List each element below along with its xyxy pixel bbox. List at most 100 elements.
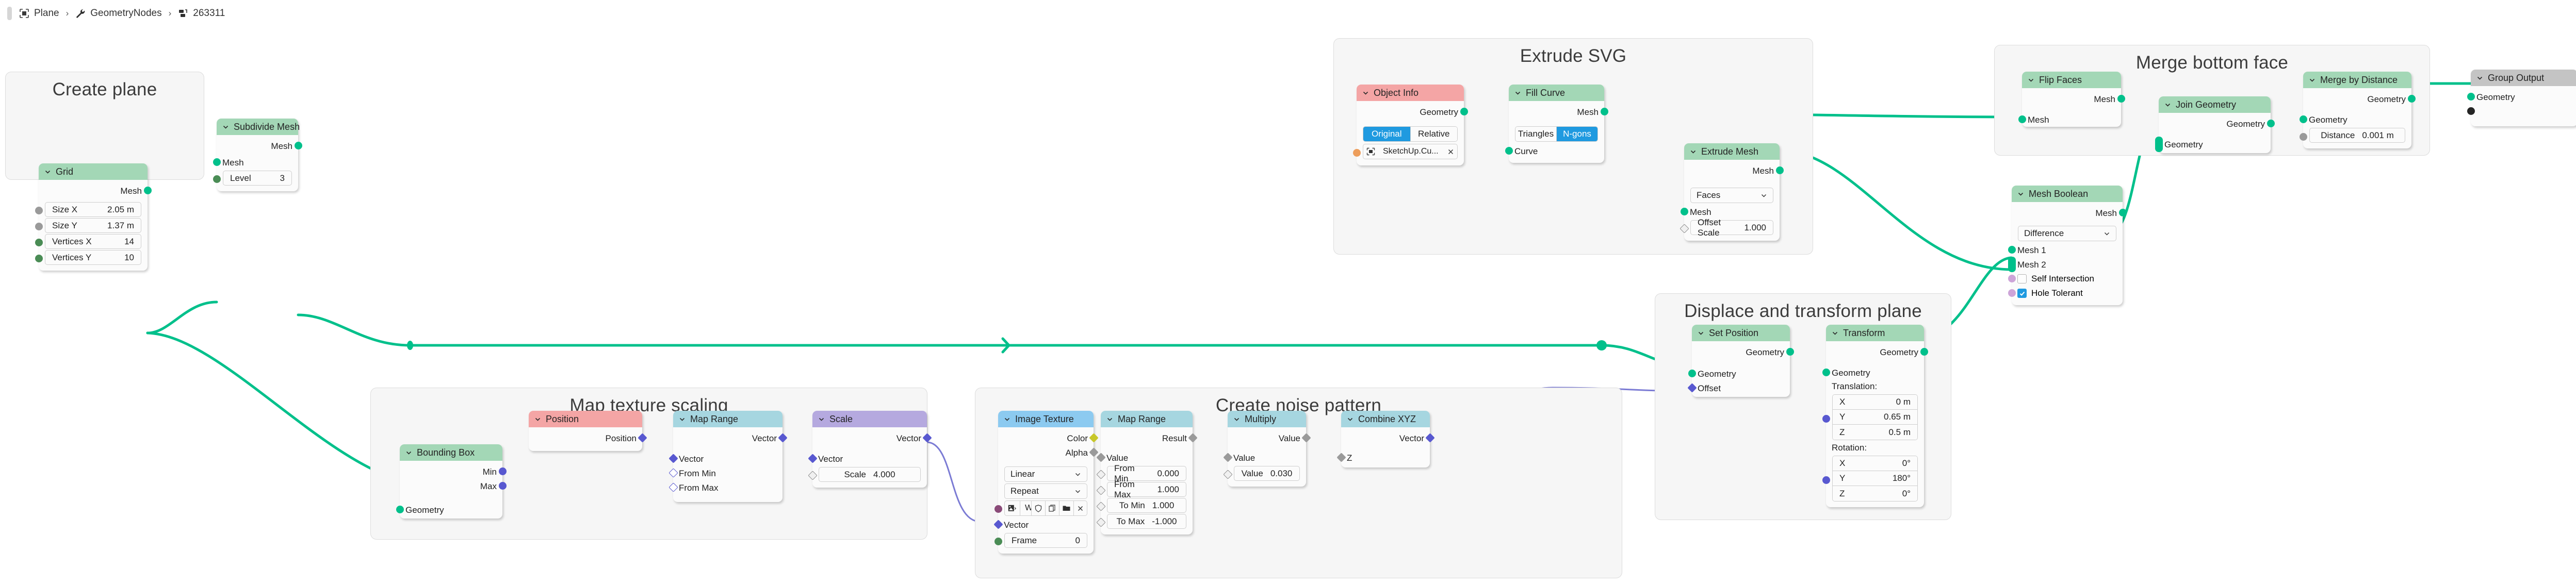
node-map-range-vector[interactable]: Map Range Vector Vector From Min From Ma… — [668, 411, 788, 502]
field-map-range-to-min[interactable]: To Min 1.000 — [1107, 498, 1186, 513]
node-header-combine-xyz[interactable]: Combine XYZ — [1341, 411, 1430, 427]
socket-row-em-mesh-out[interactable]: Mesh — [1684, 163, 1784, 178]
chevron-down-icon[interactable] — [1690, 148, 1697, 155]
socket-row-mrv-from-min[interactable]: From Min — [668, 466, 782, 480]
socket-mesh-boolean-mesh-2[interactable] — [2008, 257, 2016, 272]
checkbox-row-self-intersection[interactable]: Self Intersection — [2008, 272, 2123, 286]
node-header-grid[interactable]: Grid — [39, 163, 148, 180]
chevron-down-icon[interactable] — [1074, 488, 1081, 495]
node-grid[interactable]: Grid Mesh Size X 2.05 m Size Y 1.37 m Ve… — [35, 163, 152, 271]
socket-row-cxyz-z[interactable]: Z — [1336, 450, 1430, 465]
node-header-position[interactable]: Position — [529, 411, 642, 427]
socket-row-it-color[interactable]: Color — [998, 431, 1099, 445]
socket-row-scale-vector-out[interactable]: Vector — [812, 431, 932, 445]
toggle-option-triangles[interactable]: Triangles — [1515, 127, 1556, 141]
chevron-down-icon[interactable] — [2104, 230, 2110, 237]
socket-transform-geometry-input[interactable] — [1822, 369, 1830, 376]
socket-row-scale-vector-in[interactable]: Vector — [807, 452, 927, 466]
chevron-down-icon[interactable] — [534, 416, 541, 423]
node-header-bounding-box[interactable]: Bounding Box — [400, 444, 502, 461]
field-grid-vertices-y[interactable]: Vertices Y 10 — [45, 250, 141, 265]
field-group-transform-rotation[interactable]: X 0° Y 180° Z 0° — [1832, 456, 1918, 502]
chevron-down-icon[interactable] — [2309, 77, 2316, 83]
socket-row-grid-mesh-out[interactable]: Mesh — [39, 183, 152, 198]
socket-bbox-geometry-input[interactable] — [396, 506, 404, 513]
socket-mesh-boolean-self-intersection[interactable] — [2008, 275, 2016, 282]
checkbox-row-hole-tolerant[interactable]: Hole Tolerant — [2008, 286, 2123, 300]
field-rotation-z[interactable]: Z 0° — [1833, 486, 1917, 501]
open-folder-icon[interactable] — [1059, 501, 1073, 515]
socket-row-position-out[interactable]: Position — [529, 431, 647, 445]
node-header-mesh-boolean[interactable]: Mesh Boolean — [2012, 186, 2123, 202]
socket-grid-vertices-y[interactable] — [35, 255, 43, 262]
chevron-down-icon[interactable] — [222, 124, 229, 130]
socket-transform-translation[interactable] — [1822, 415, 1830, 423]
socket-scale-vector-output[interactable] — [922, 433, 932, 443]
node-header-join-geometry[interactable]: Join Geometry — [2159, 96, 2271, 113]
node-group-output[interactable]: Group Output Geometry — [2467, 70, 2576, 126]
node-header-merge-by-distance[interactable]: Merge by Distance — [2303, 72, 2411, 88]
socket-row-fc-curve[interactable]: Curve — [1505, 144, 1604, 158]
node-bounding-box[interactable]: Bounding Box Min Max Geometry — [396, 444, 507, 519]
node-header-extrude-mesh[interactable]: Extrude Mesh — [1684, 143, 1780, 160]
dropdown-mesh-boolean-operation[interactable]: Difference — [2018, 226, 2116, 241]
socket-row-mr-result[interactable]: Result — [1101, 431, 1198, 445]
image-browse-icon[interactable] — [1005, 501, 1020, 515]
socket-row-oi-geometry[interactable]: Geometry — [1357, 105, 1468, 119]
node-transform[interactable]: Transform Geometry Geometry Translation: — [1822, 325, 1928, 507]
socket-row-fc-mesh[interactable]: Mesh — [1509, 105, 1608, 119]
checkbox-self-intersection[interactable] — [2017, 274, 2027, 283]
node-map-range-value[interactable]: Map Range Result Value From Min 0.000 Fr… — [1096, 411, 1198, 534]
socket-row-sp-geometry-out[interactable]: Geometry — [1692, 345, 1794, 359]
socket-bbox-max-output[interactable] — [498, 482, 507, 490]
socket-row-multiply-in[interactable]: Value — [1222, 450, 1306, 465]
field-merge-by-distance-distance[interactable]: Distance 0.001 m — [2309, 128, 2405, 143]
toggle-object-info-transform-space[interactable]: Original Relative — [1363, 126, 1458, 142]
chevron-down-icon[interactable] — [1004, 416, 1010, 423]
chevron-down-icon[interactable] — [44, 169, 51, 175]
toggle-option-relative[interactable]: Relative — [1410, 127, 1457, 141]
chevron-down-icon[interactable] — [1832, 330, 1838, 337]
socket-mesh-boolean-mesh-output[interactable] — [2118, 209, 2127, 216]
chevron-down-icon[interactable] — [2028, 77, 2034, 83]
field-scale-value[interactable]: Scale 4.000 — [819, 467, 921, 482]
field-multiply-value[interactable]: Value 0.030 — [1234, 466, 1300, 481]
duplicate-icon[interactable] — [1045, 501, 1059, 515]
node-header-image-texture[interactable]: Image Texture — [998, 411, 1094, 427]
socket-row-cxyz-vector[interactable]: Vector — [1341, 431, 1435, 445]
breadcrumb-item-modifier[interactable]: GeometryNodes — [75, 8, 162, 19]
socket-merge-by-distance-distance[interactable] — [2299, 133, 2307, 141]
socket-row-sp-geometry-in[interactable]: Geometry — [1688, 366, 1790, 381]
socket-row-jg-geometry-in[interactable]: Geometry — [2155, 137, 2271, 152]
field-translation-z[interactable]: Z 0.5 m — [1833, 425, 1917, 440]
toggle-fill-curve-mode[interactable]: Triangles N-gons — [1515, 126, 1598, 142]
socket-row-mb-mesh2[interactable]: Mesh 2 — [2008, 257, 2123, 272]
node-multiply[interactable]: Multiply Value Value Value 0.030 — [1222, 411, 1311, 487]
socket-fill-curve-curve-input[interactable] — [1505, 147, 1513, 155]
field-rotation-y[interactable]: Y 180° — [1833, 471, 1917, 486]
node-header-subdivide-mesh[interactable]: Subdivide Mesh — [217, 119, 300, 135]
toggle-option-original[interactable]: Original — [1363, 127, 1410, 141]
chevron-down-icon[interactable] — [2476, 75, 2483, 81]
socket-row-ff-mesh-in[interactable]: Mesh — [2018, 112, 2121, 127]
socket-row-go-extend[interactable] — [2467, 104, 2576, 119]
field-grid-vertices-x[interactable]: Vertices X 14 — [45, 234, 141, 249]
field-map-range-to-max[interactable]: To Max -1.000 — [1107, 514, 1186, 529]
object-name[interactable]: SketchUp.Cu... — [1378, 144, 1444, 159]
socket-row-bbox-geometry[interactable]: Geometry — [396, 503, 502, 517]
chevron-down-icon[interactable] — [1698, 330, 1704, 337]
socket-row-subdivide-mesh-out[interactable]: Mesh — [217, 139, 302, 153]
socket-row-subdivide-mesh-in[interactable]: Mesh — [213, 155, 298, 170]
socket-image-texture-image[interactable] — [994, 505, 1002, 513]
dropdown-image-texture-extension[interactable]: Repeat — [1004, 483, 1087, 499]
socket-extrude-mesh-mesh-input[interactable] — [1680, 208, 1688, 215]
node-header-set-position[interactable]: Set Position — [1692, 325, 1790, 341]
field-extrude-offset-scale[interactable]: Offset Scale 1.000 — [1690, 218, 1773, 238]
breadcrumb-item-object[interactable]: Plane — [19, 8, 59, 19]
field-map-range-from-max[interactable]: From Max 1.000 — [1107, 479, 1186, 499]
socket-flip-faces-mesh-input[interactable] — [2018, 115, 2026, 123]
socket-transform-geometry-output[interactable] — [1920, 348, 1928, 356]
socket-row-mrv-vector-out[interactable]: Vector — [673, 431, 788, 445]
socket-bbox-min-output[interactable] — [498, 467, 507, 475]
socket-row-ff-mesh-out[interactable]: Mesh — [2022, 92, 2125, 106]
